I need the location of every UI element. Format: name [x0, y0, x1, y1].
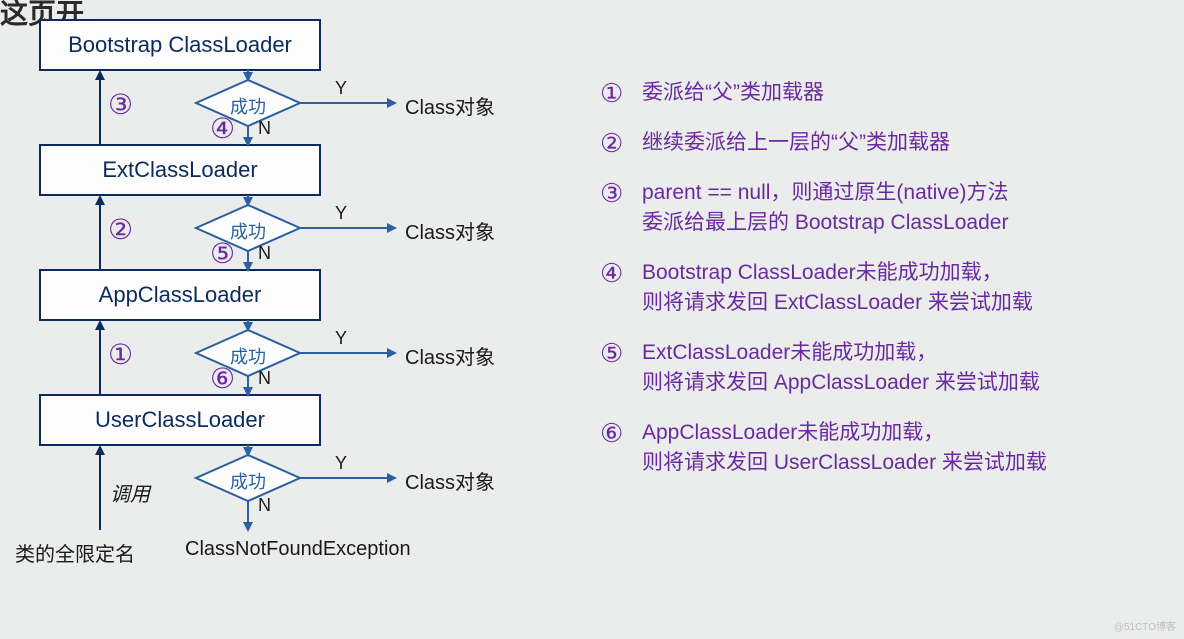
legend-text-3: parent == null，则通过原生(native)方法 委派给最上层的 B…: [642, 178, 1008, 238]
legend-row-1: ① 委派给“父”类加载器: [600, 78, 1160, 108]
legend: ① 委派给“父”类加载器 ② 继续委派给上一层的“父”类加载器 ③ parent…: [600, 78, 1160, 498]
legend-row-4: ④ Bootstrap ClassLoader未能成功加载， 则将请求发回 Ex…: [600, 258, 1160, 318]
n-4: N: [258, 495, 271, 516]
num-1-arrow: ①: [108, 338, 133, 371]
y-4: Y: [335, 453, 347, 474]
legend-num-4: ④: [600, 258, 642, 288]
n-2: N: [258, 243, 271, 264]
num-3-arrow: ③: [108, 88, 133, 121]
start-label: 类的全限定名: [15, 538, 135, 567]
diagram-canvas: 这页开 …: [0, 0, 1184, 639]
diamond-4: 成功: [218, 468, 278, 494]
class-obj-3: Class对象: [405, 341, 495, 370]
y-3: Y: [335, 328, 347, 349]
legend-text-5: ExtClassLoader未能成功加载， 则将请求发回 AppClassLoa…: [642, 338, 1040, 398]
legend-num-2: ②: [600, 128, 642, 158]
legend-num-3: ③: [600, 178, 642, 208]
legend-text-6: AppClassLoader未能成功加载， 则将请求发回 UserClassLo…: [642, 418, 1047, 478]
legend-num-1: ①: [600, 78, 642, 108]
n-3: N: [258, 368, 271, 389]
box-ext: ExtClassLoader: [40, 157, 320, 183]
class-obj-2: Class对象: [405, 216, 495, 245]
box-bootstrap: Bootstrap ClassLoader: [40, 32, 320, 58]
legend-row-3: ③ parent == null，则通过原生(native)方法 委派给最上层的…: [600, 178, 1160, 238]
legend-row-6: ⑥ AppClassLoader未能成功加载， 则将请求发回 UserClass…: [600, 418, 1160, 478]
n-1: N: [258, 118, 271, 139]
y-1: Y: [335, 78, 347, 99]
legend-text-1: 委派给“父”类加载器: [642, 78, 824, 108]
legend-row-2: ② 继续委派给上一层的“父”类加载器: [600, 128, 1160, 158]
legend-text-2: 继续委派给上一层的“父”类加载器: [642, 128, 950, 158]
num-4-arrow: ④: [210, 112, 235, 145]
legend-text-4: Bootstrap ClassLoader未能成功加载， 则将请求发回 ExtC…: [642, 258, 1033, 318]
legend-num-6: ⑥: [600, 418, 642, 448]
y-2: Y: [335, 203, 347, 224]
class-obj-4: Class对象: [405, 466, 495, 495]
num-6-arrow: ⑥: [210, 362, 235, 395]
box-app: AppClassLoader: [40, 282, 320, 308]
num-5-arrow: ⑤: [210, 237, 235, 270]
box-user: UserClassLoader: [40, 407, 320, 433]
num-2-arrow: ②: [108, 213, 133, 246]
class-obj-1: Class对象: [405, 91, 495, 120]
legend-row-5: ⑤ ExtClassLoader未能成功加载， 则将请求发回 AppClassL…: [600, 338, 1160, 398]
call-label: 调用: [110, 478, 150, 507]
legend-num-5: ⑤: [600, 338, 642, 368]
not-found: ClassNotFoundException: [185, 538, 411, 561]
watermark: @51CTO博客: [1114, 618, 1176, 633]
